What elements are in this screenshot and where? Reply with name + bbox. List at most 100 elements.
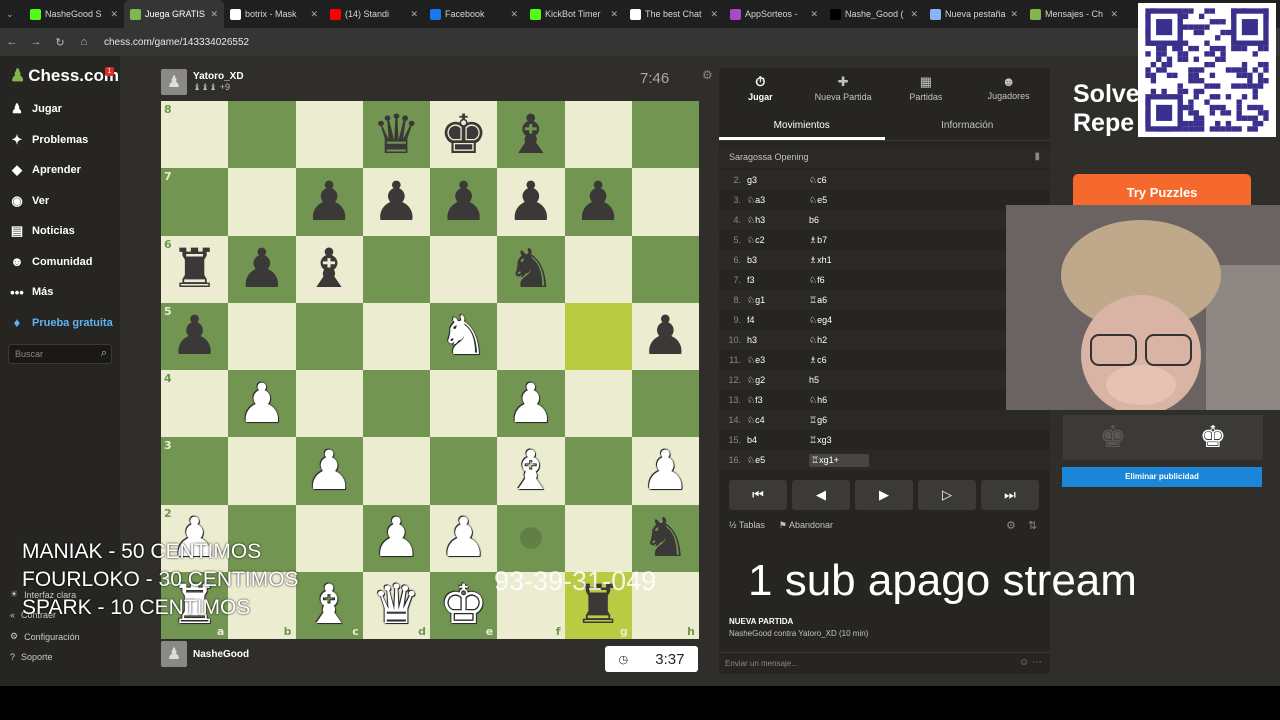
board-square[interactable]: e ♚ [430, 571, 498, 639]
board-square[interactable] [564, 235, 632, 303]
settings-icon[interactable]: ⚙ [1006, 519, 1016, 532]
tab-jugar[interactable]: ⏱ Jugar [719, 68, 802, 110]
board-square[interactable] [430, 370, 498, 438]
board-square[interactable]: ♟ [430, 168, 498, 236]
board-square[interactable] [362, 437, 430, 505]
board-square[interactable]: 6 ♜ [161, 235, 229, 303]
board-square[interactable] [228, 168, 296, 236]
browser-tab[interactable]: botrix - Mask ✕ [224, 0, 324, 28]
white-move[interactable]: g3 [747, 175, 809, 185]
white-move[interactable]: ♘c2 [747, 235, 809, 246]
black-move[interactable]: b6 [809, 215, 869, 225]
white-pawn-piece[interactable]: ♟ [238, 376, 286, 431]
board-square[interactable]: ♟ [295, 437, 363, 505]
browser-tab[interactable]: The best Chat ✕ [624, 0, 724, 28]
white-pawn-piece[interactable]: ♟ [439, 511, 487, 565]
prev-move-button[interactable]: ◀ [792, 480, 850, 510]
black-pawn-piece[interactable]: ♟ [238, 242, 286, 296]
board-square[interactable] [295, 302, 363, 370]
close-icon[interactable]: ✕ [1110, 9, 1118, 20]
tab-menu[interactable]: ⌄ [0, 0, 24, 28]
browser-tab[interactable]: KickBot Timer ✕ [524, 0, 624, 28]
black-move[interactable]: ♘f6 [809, 275, 869, 286]
board-square[interactable]: ♟ [564, 168, 632, 236]
black-pawn-piece[interactable]: ♟ [507, 174, 555, 229]
board-square[interactable]: ♛ [362, 101, 430, 169]
black-move[interactable]: ♘eg4 [809, 315, 869, 326]
board-square[interactable] [228, 437, 296, 505]
reload-icon[interactable]: ↻ [48, 36, 72, 49]
home-icon[interactable]: ⌂ [72, 36, 96, 48]
sidebar-bottom-item[interactable]: ⚙ Configuración [10, 631, 80, 642]
browser-tab[interactable]: Facebook ✕ [424, 0, 524, 28]
book-icon[interactable]: ▮ [1034, 151, 1040, 162]
back-icon[interactable]: ← [0, 36, 24, 48]
white-move[interactable]: ♘e5 [747, 455, 809, 466]
board-square[interactable]: ♞ [430, 302, 498, 370]
chesscom-logo[interactable]: ♟ Chess.com [10, 66, 119, 86]
white-move[interactable]: ♘g1 [747, 295, 809, 306]
black-move[interactable]: ♘e5 [809, 195, 869, 206]
white-queen-piece[interactable]: ♛ [372, 578, 420, 632]
white-pawn-piece[interactable]: ♟ [641, 443, 689, 498]
black-move[interactable]: ♘h6 [809, 395, 869, 406]
board-square[interactable] [564, 302, 632, 370]
board-square[interactable]: d ♛ [362, 571, 430, 639]
white-king-piece[interactable]: ♚ [439, 578, 487, 632]
black-bishop-piece[interactable]: ♝ [507, 107, 555, 162]
browser-tab[interactable]: Nashe_Good (✕ [824, 0, 924, 28]
black-move[interactable]: ♖g6 [809, 415, 869, 426]
first-move-button[interactable]: ⏮ [729, 480, 787, 510]
board-square[interactable]: c ♝ [295, 571, 363, 639]
board-square[interactable]: ♝ [295, 235, 363, 303]
tab-nueva-partida[interactable]: ✚ Nueva Partida [802, 68, 885, 110]
board-square[interactable] [564, 101, 632, 169]
bottom-player-name[interactable]: NasheGood [193, 649, 249, 660]
board-square[interactable] [564, 437, 632, 505]
black-move[interactable]: ♗b7 [809, 235, 869, 246]
board-square[interactable] [564, 370, 632, 438]
sidebar-item[interactable]: ♟ Jugar [0, 94, 120, 124]
browser-tab[interactable]: (14) Standi ✕ [324, 0, 424, 28]
white-move[interactable]: b4 [747, 435, 809, 445]
white-move[interactable]: b3 [747, 255, 809, 265]
board-square[interactable] [497, 302, 565, 370]
black-bishop-piece[interactable]: ♝ [305, 242, 353, 296]
black-pawn-piece[interactable]: ♟ [641, 309, 689, 363]
black-pawn-piece[interactable]: ♟ [170, 309, 218, 363]
board-square[interactable]: ♟ [295, 168, 363, 236]
board-square[interactable]: ♟ [631, 437, 699, 505]
close-icon[interactable]: ✕ [410, 9, 418, 20]
black-move[interactable]: ♗c6 [809, 355, 869, 366]
white-move[interactable]: ♘f3 [747, 395, 809, 406]
white-move[interactable]: h3 [747, 335, 809, 345]
white-move[interactable]: f3 [747, 275, 809, 285]
black-pawn-piece[interactable]: ♟ [574, 174, 622, 229]
browser-tab[interactable]: NasheGood S ✕ [24, 0, 124, 28]
browser-tab[interactable]: Juega GRATIS ✕ [124, 0, 224, 28]
board-square[interactable] [497, 504, 565, 572]
draw-button[interactable]: ½ Tablas [729, 520, 765, 531]
close-icon[interactable]: ✕ [810, 9, 818, 20]
board-square[interactable]: ♝ [497, 437, 565, 505]
forward-icon[interactable]: → [24, 36, 48, 48]
close-icon[interactable]: ✕ [610, 9, 618, 20]
play-button[interactable]: ▶ [855, 480, 913, 510]
white-move[interactable]: ♘e3 [747, 355, 809, 366]
white-knight-piece[interactable]: ♞ [439, 309, 487, 363]
remove-ads-button[interactable]: Eliminar publicidad [1062, 467, 1262, 487]
black-move[interactable]: ♗xh1 [809, 255, 869, 266]
browser-tab[interactable]: AppSorteos - ✕ [724, 0, 824, 28]
avatar[interactable]: ♟ [161, 69, 187, 95]
white-pawn-piece[interactable]: ♟ [507, 376, 555, 431]
next-move-button[interactable]: ▷ [918, 480, 976, 510]
close-icon[interactable]: ✕ [210, 9, 218, 20]
tab-movimientos[interactable]: Movimientos [719, 113, 885, 140]
board-square[interactable]: ♟ [497, 168, 565, 236]
board-square[interactable] [430, 235, 498, 303]
white-bishop-piece[interactable]: ♝ [305, 578, 353, 632]
move-hint-dot[interactable] [519, 527, 542, 550]
close-icon[interactable]: ✕ [310, 9, 318, 20]
board-square[interactable] [295, 504, 363, 572]
board-square[interactable]: 8 [161, 101, 229, 169]
